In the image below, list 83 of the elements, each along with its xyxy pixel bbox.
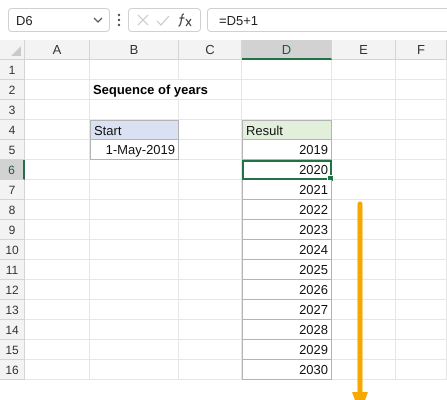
empty-cell[interactable] bbox=[396, 80, 447, 100]
table-cell[interactable]: 2025 bbox=[242, 260, 332, 280]
row-header[interactable]: 3 bbox=[0, 100, 25, 120]
triangle-icon bbox=[11, 46, 21, 56]
table-header-cell[interactable]: Start bbox=[90, 120, 179, 140]
table-cell[interactable]: 2027 bbox=[242, 300, 332, 320]
check-icon[interactable] bbox=[156, 14, 170, 26]
empty-cell[interactable] bbox=[396, 180, 447, 200]
empty-cell[interactable] bbox=[396, 140, 447, 160]
empty-cell[interactable] bbox=[90, 300, 179, 320]
empty-cell[interactable] bbox=[396, 200, 447, 220]
empty-cell[interactable] bbox=[396, 360, 447, 380]
empty-cell[interactable] bbox=[179, 100, 242, 120]
cancel-icon[interactable] bbox=[136, 14, 148, 26]
empty-cell[interactable] bbox=[242, 60, 332, 80]
empty-cell[interactable] bbox=[90, 280, 179, 300]
table-header-cell[interactable]: Result bbox=[242, 120, 332, 140]
empty-cell[interactable] bbox=[179, 60, 242, 80]
empty-cell[interactable] bbox=[242, 80, 332, 100]
empty-cell[interactable] bbox=[90, 200, 179, 220]
sheet-title: Sequence of years bbox=[90, 80, 242, 100]
empty-cell[interactable] bbox=[332, 60, 396, 80]
row-header[interactable]: 5 bbox=[0, 140, 25, 160]
empty-cell[interactable] bbox=[396, 160, 447, 180]
column-header[interactable]: E bbox=[332, 40, 396, 60]
empty-cell[interactable] bbox=[396, 320, 447, 340]
function-icon[interactable] bbox=[176, 13, 192, 27]
empty-cell[interactable] bbox=[90, 320, 179, 340]
table-cell[interactable]: 2026 bbox=[242, 280, 332, 300]
formula-field[interactable]: =D5+1 bbox=[207, 8, 447, 32]
table-cell[interactable]: 2029 bbox=[242, 340, 332, 360]
name-box[interactable]: D6 bbox=[8, 8, 110, 32]
empty-cell[interactable] bbox=[90, 160, 179, 180]
column-header[interactable]: C bbox=[179, 40, 242, 60]
cell-reference: D6 bbox=[16, 12, 33, 28]
empty-cell[interactable] bbox=[90, 260, 179, 280]
empty-cell[interactable] bbox=[332, 80, 396, 100]
row-header[interactable]: 13 bbox=[0, 300, 25, 320]
row-header[interactable]: 2 bbox=[0, 80, 25, 100]
table-cell[interactable]: 2019 bbox=[242, 140, 332, 160]
row-header[interactable]: 7 bbox=[0, 180, 25, 200]
column-header[interactable]: A bbox=[25, 40, 90, 60]
empty-cell[interactable] bbox=[396, 60, 447, 80]
select-all-button[interactable] bbox=[0, 40, 25, 60]
table-cell[interactable]: 2021 bbox=[242, 180, 332, 200]
row-header[interactable]: 9 bbox=[0, 220, 25, 240]
row-header[interactable]: 11 bbox=[0, 260, 25, 280]
empty-cell[interactable] bbox=[396, 240, 447, 260]
column-header[interactable]: F bbox=[396, 40, 447, 60]
row-header[interactable]: 16 bbox=[0, 360, 25, 380]
empty-cell[interactable] bbox=[332, 100, 396, 120]
empty-cell[interactable] bbox=[90, 340, 179, 360]
column-header[interactable]: B bbox=[90, 40, 179, 60]
empty-cell[interactable] bbox=[396, 300, 447, 320]
empty-cell[interactable] bbox=[90, 180, 179, 200]
row-header[interactable]: 4 bbox=[0, 120, 25, 140]
empty-cell[interactable] bbox=[396, 260, 447, 280]
empty-cell[interactable] bbox=[90, 60, 179, 80]
row-header[interactable]: 10 bbox=[0, 240, 25, 260]
row-header[interactable]: 8 bbox=[0, 200, 25, 220]
table-cell[interactable]: 2028 bbox=[242, 320, 332, 340]
row-header[interactable]: 1 bbox=[0, 60, 25, 80]
row-header[interactable]: 15 bbox=[0, 340, 25, 360]
more-icon[interactable] bbox=[116, 13, 122, 27]
table-cell[interactable]: 1-May-2019 bbox=[90, 140, 179, 160]
empty-cell[interactable] bbox=[90, 220, 179, 240]
table-cell[interactable]: 2022 bbox=[242, 200, 332, 220]
empty-cell[interactable] bbox=[396, 120, 447, 140]
column-header[interactable]: D bbox=[242, 40, 332, 60]
row-header[interactable]: 6 bbox=[0, 160, 25, 180]
table-cell[interactable]: 2030 bbox=[242, 360, 332, 380]
empty-cell[interactable] bbox=[90, 240, 179, 260]
empty-cell[interactable] bbox=[396, 220, 447, 240]
table-cell[interactable]: 2023 bbox=[242, 220, 332, 240]
chevron-down-icon[interactable] bbox=[93, 17, 103, 23]
empty-cell[interactable] bbox=[396, 100, 447, 120]
row-header[interactable]: 12 bbox=[0, 280, 25, 300]
empty-cell[interactable] bbox=[396, 280, 447, 300]
empty-cell[interactable] bbox=[90, 360, 179, 380]
empty-cell[interactable] bbox=[396, 340, 447, 360]
table-cell[interactable]: 2024 bbox=[242, 240, 332, 260]
row-header[interactable]: 14 bbox=[0, 320, 25, 340]
table-cell[interactable]: 2020 bbox=[242, 160, 332, 180]
